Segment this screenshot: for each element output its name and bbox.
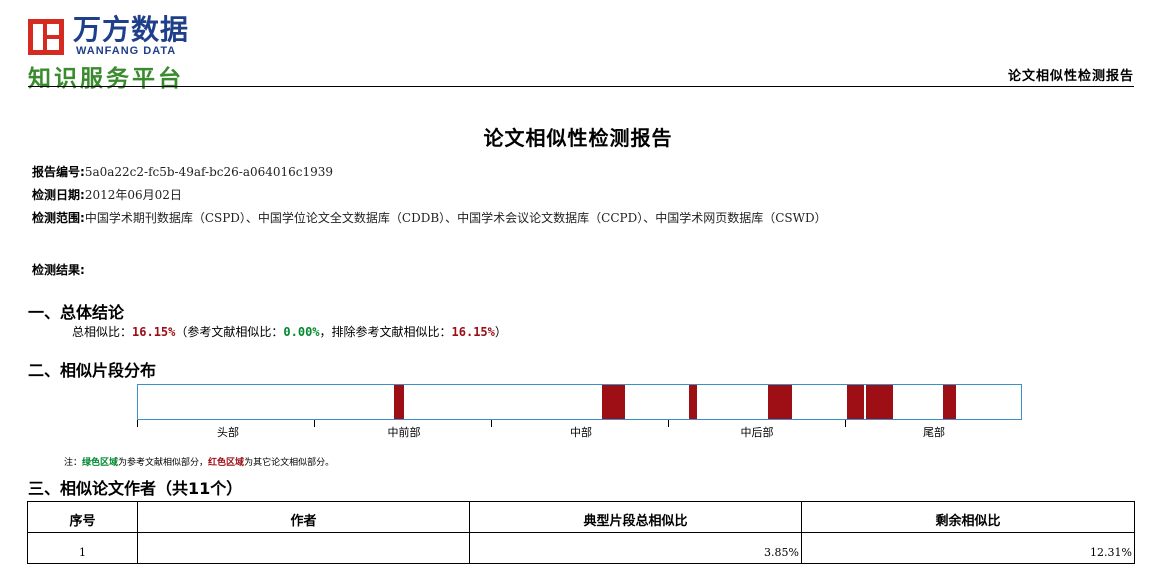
similar-segment bbox=[688, 385, 697, 419]
page-title: 论文相似性检测报告 bbox=[483, 126, 673, 150]
axis-tick bbox=[491, 420, 492, 427]
table-row: 1 3.85% 12.31% bbox=[27, 532, 1135, 564]
similarity-summary: 总相似比：16.15%（参考文献相似比：0.00%，排除参考文献相似比：16.1… bbox=[72, 323, 507, 340]
axis-label-middle: 中部 bbox=[570, 426, 592, 439]
cell-author bbox=[137, 532, 470, 564]
axis-tick bbox=[668, 420, 669, 427]
check-date-row: 检测日期:2012年06月02日 bbox=[32, 187, 182, 203]
axis-tick bbox=[845, 420, 846, 427]
similar-segment bbox=[601, 385, 626, 419]
similar-segment bbox=[394, 385, 404, 419]
axis-tick bbox=[314, 420, 315, 427]
cell-typical-similarity: 3.85% bbox=[469, 532, 802, 564]
section-authors-heading: 三、相似论文作者（共11个） bbox=[28, 479, 243, 498]
column-header-remaining-similarity: 剩余相似比 bbox=[801, 501, 1135, 533]
check-result-label: 检测结果: bbox=[32, 263, 85, 277]
total-similarity-value: 16.15% bbox=[132, 325, 176, 339]
total-similarity-label: 总相似比： bbox=[72, 325, 133, 339]
report-number-row: 报告编号:5a0a22c2-fc5b-49af-bc26-a064016c193… bbox=[32, 164, 333, 180]
distribution-legend-note: 注：绿色区域为参考文献相似部分，红色区域为其它论文相似部分。 bbox=[64, 455, 334, 468]
cell-number: 1 bbox=[27, 532, 138, 564]
check-date-label: 检测日期: bbox=[32, 188, 85, 202]
header-divider bbox=[28, 86, 1134, 87]
excluded-similarity-label: ，排除参考文献相似比： bbox=[319, 325, 452, 339]
note-middle: 为参考文献相似部分， bbox=[118, 458, 209, 468]
note-prefix: 注： bbox=[64, 458, 83, 468]
logo-chinese-name: 万方数据 bbox=[73, 13, 190, 46]
header-report-title: 论文相似性检测报告 bbox=[1007, 69, 1134, 84]
table-header-row: 序号 作者 典型片段总相似比 剩余相似比 bbox=[27, 501, 1135, 533]
section-distribution-heading: 二、相似片段分布 bbox=[28, 361, 157, 380]
similar-segment bbox=[847, 385, 864, 419]
excluded-similarity-value: 16.15% bbox=[451, 325, 495, 339]
reference-similarity-value: 0.00% bbox=[283, 325, 320, 339]
section-overall-conclusion-heading: 一、总体结论 bbox=[28, 303, 125, 322]
check-scope-row: 检测范围:中国学术期刊数据库（CSPD）、中国学位论文全文数据库（CDDB）、中… bbox=[32, 210, 827, 226]
check-scope-value: 中国学术期刊数据库（CSPD）、中国学位论文全文数据库（CDDB）、中国学术会议… bbox=[84, 211, 827, 225]
similarity-distribution-bar bbox=[137, 384, 1022, 420]
note-red-area: 红色区域 bbox=[208, 458, 245, 468]
logo-english-name: WANFANG DATA bbox=[76, 45, 177, 57]
note-green-area: 绿色区域 bbox=[82, 458, 119, 468]
similar-segment bbox=[768, 385, 793, 419]
similar-segment bbox=[865, 385, 893, 419]
report-number-value: 5a0a22c2-fc5b-49af-bc26-a064016c1939 bbox=[84, 165, 334, 179]
column-header-typical-similarity: 典型片段总相似比 bbox=[469, 501, 802, 533]
axis-label-front-middle: 中前部 bbox=[387, 426, 421, 439]
reference-similarity-label: （参考文献相似比： bbox=[175, 325, 284, 339]
wanfang-logo-icon bbox=[28, 19, 64, 55]
axis-label-head: 头部 bbox=[217, 426, 239, 439]
similar-authors-table: 序号 作者 典型片段总相似比 剩余相似比 1 3.85% 12.31% bbox=[27, 501, 1135, 564]
check-scope-label: 检测范围: bbox=[32, 211, 85, 225]
column-header-author: 作者 bbox=[137, 501, 470, 533]
report-page: 万方数据 WANFANG DATA 知识服务平台 论文相似性检测报告 论文相似性… bbox=[0, 0, 1156, 574]
report-number-label: 报告编号: bbox=[32, 165, 85, 179]
note-suffix: 为其它论文相似部分。 bbox=[244, 458, 335, 468]
axis-label-tail: 尾部 bbox=[923, 426, 945, 439]
check-result-row: 检测结果: bbox=[32, 262, 85, 278]
wanfang-logo[interactable]: 万方数据 WANFANG DATA 知识服务平台 bbox=[28, 13, 203, 92]
column-header-number: 序号 bbox=[27, 501, 138, 533]
cell-remaining-similarity: 12.31% bbox=[801, 532, 1135, 564]
axis-label-back-middle: 中后部 bbox=[740, 426, 774, 439]
platform-name: 知识服务平台 bbox=[28, 66, 184, 92]
axis-tick bbox=[137, 420, 138, 427]
check-date-value: 2012年06月02日 bbox=[84, 188, 182, 202]
similar-segment bbox=[943, 385, 956, 419]
summary-close-paren: ） bbox=[494, 325, 507, 339]
